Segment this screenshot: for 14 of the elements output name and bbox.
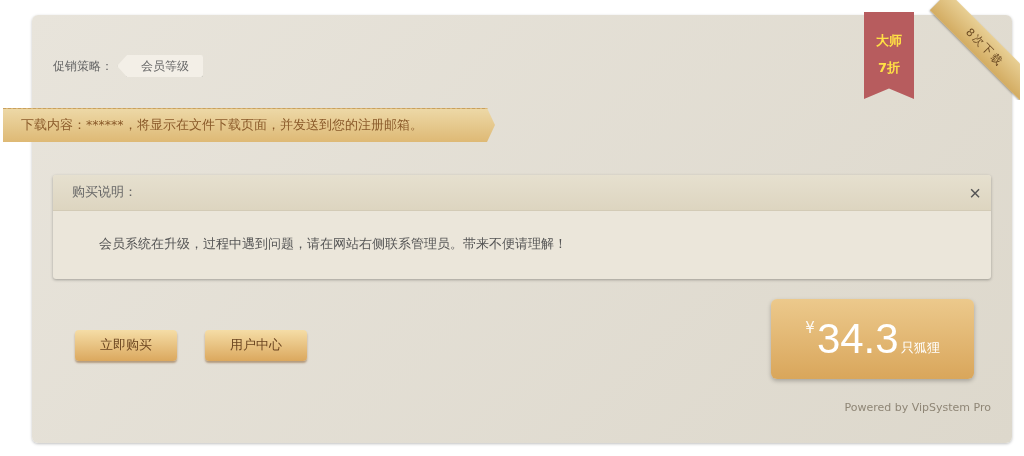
badge-text: 7折 xyxy=(877,59,900,77)
promotion-label: 促销策略： xyxy=(53,57,113,75)
price-amount: 34.3 xyxy=(816,315,899,363)
powered-by-text: Powered by VipSystem Pro xyxy=(844,401,991,414)
price-unit: 只狐狸 xyxy=(900,340,940,357)
notice-message: 会员系统在升级，过程中遇到问题，请在网站右侧联系管理员。带来不便请理解！ xyxy=(98,235,568,253)
close-button[interactable]: × xyxy=(969,182,981,203)
user-center-button[interactable]: 用户中心 xyxy=(205,330,307,361)
buy-button[interactable]: 立即购买 xyxy=(75,330,177,361)
member-level-tag[interactable]: 会员等级 xyxy=(117,55,203,77)
notice-title: 购买说明： xyxy=(72,184,137,201)
download-ribbon: 下载内容：******，将显示在文件下载页面，并发送到您的注册邮箱。 xyxy=(3,108,495,142)
currency-symbol: ¥ xyxy=(805,319,815,337)
badge-text: 大师 xyxy=(876,32,902,50)
